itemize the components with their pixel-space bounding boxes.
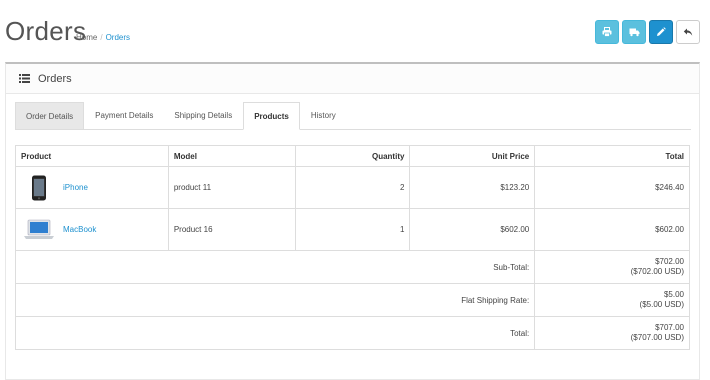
totals-amount: $707.00 bbox=[655, 323, 684, 332]
totals-label: Flat Shipping Rate: bbox=[14, 283, 536, 317]
page-header: Orders Home / Orders bbox=[0, 0, 710, 62]
breadcrumb-separator: / bbox=[100, 33, 103, 42]
subtotal-row: Sub-Total: $702.00 ($702.00 USD) bbox=[14, 250, 690, 284]
totals-amount-usd: ($707.00 USD) bbox=[630, 333, 684, 342]
totals-value: $702.00 ($702.00 USD) bbox=[534, 250, 690, 284]
breadcrumb: Home / Orders bbox=[76, 33, 130, 42]
tab-payment-details[interactable]: Payment Details bbox=[85, 102, 163, 129]
column-header-total: Total bbox=[534, 145, 690, 167]
quantity-cell: 2 bbox=[294, 166, 411, 209]
totals-amount: $5.00 bbox=[663, 290, 684, 299]
totals-label: Total: bbox=[14, 316, 536, 350]
table-row: iPhone product 11 2 $123.20 $246.40 bbox=[15, 166, 690, 209]
tab-products[interactable]: Products bbox=[243, 102, 300, 130]
table-header-row: Product Model Quantity Unit Price Total bbox=[15, 145, 690, 167]
panel-heading: Orders bbox=[6, 64, 699, 94]
print-icon bbox=[602, 27, 612, 37]
back-button[interactable] bbox=[676, 20, 700, 44]
product-link[interactable]: iPhone bbox=[63, 183, 88, 192]
total-cell: $246.40 bbox=[534, 166, 690, 209]
print-shipping-button[interactable] bbox=[622, 20, 646, 44]
panel-heading-title: Orders bbox=[38, 72, 72, 85]
shipping-row: Flat Shipping Rate: $5.00 ($5.00 USD) bbox=[14, 283, 690, 317]
print-invoice-button[interactable] bbox=[595, 20, 619, 44]
pencil-icon bbox=[657, 27, 666, 36]
total-cell: $602.00 bbox=[534, 208, 690, 251]
edit-button[interactable] bbox=[649, 20, 673, 44]
toolbar bbox=[595, 20, 700, 44]
macbook-thumbnail[interactable] bbox=[21, 215, 57, 245]
reply-icon bbox=[683, 28, 693, 36]
unit-price-cell: $123.20 bbox=[409, 166, 536, 209]
quantity-cell: 1 bbox=[294, 208, 411, 251]
truck-icon bbox=[629, 28, 639, 37]
tab-shipping-details[interactable]: Shipping Details bbox=[164, 102, 242, 129]
model-cell: product 11 bbox=[167, 166, 296, 209]
iphone-thumbnail[interactable] bbox=[21, 173, 57, 203]
unit-price-cell: $602.00 bbox=[409, 208, 536, 251]
totals-amount-usd: ($702.00 USD) bbox=[630, 267, 684, 276]
product-cell: iPhone bbox=[15, 166, 169, 209]
totals-amount-usd: ($5.00 USD) bbox=[639, 300, 684, 309]
model-cell: Product 16 bbox=[167, 208, 296, 251]
table-row: MacBook Product 16 1 $602.00 $602.00 bbox=[15, 208, 690, 251]
column-header-model: Model bbox=[167, 145, 296, 167]
totals-value: $5.00 ($5.00 USD) bbox=[534, 283, 690, 317]
totals-label: Sub-Total: bbox=[14, 250, 536, 284]
breadcrumb-home-link[interactable]: Home bbox=[76, 33, 97, 42]
column-header-product: Product bbox=[15, 145, 169, 167]
breadcrumb-orders-link[interactable]: Orders bbox=[106, 33, 130, 42]
tab-history[interactable]: History bbox=[301, 102, 346, 129]
order-tabs: Order Details Payment Details Shipping D… bbox=[15, 102, 691, 130]
totals-amount: $702.00 bbox=[655, 257, 684, 266]
grand-total-row: Total: $707.00 ($707.00 USD) bbox=[14, 316, 690, 350]
product-cell: MacBook bbox=[15, 208, 169, 251]
tab-order-details[interactable]: Order Details bbox=[15, 102, 85, 129]
products-table: Product Model Quantity Unit Price Total … bbox=[14, 145, 690, 350]
list-icon bbox=[19, 74, 30, 83]
column-header-unit-price: Unit Price bbox=[409, 145, 536, 167]
product-link[interactable]: MacBook bbox=[63, 225, 96, 234]
totals-value: $707.00 ($707.00 USD) bbox=[534, 316, 690, 350]
page-title: Orders bbox=[5, 16, 87, 46]
column-header-quantity: Quantity bbox=[294, 145, 411, 167]
